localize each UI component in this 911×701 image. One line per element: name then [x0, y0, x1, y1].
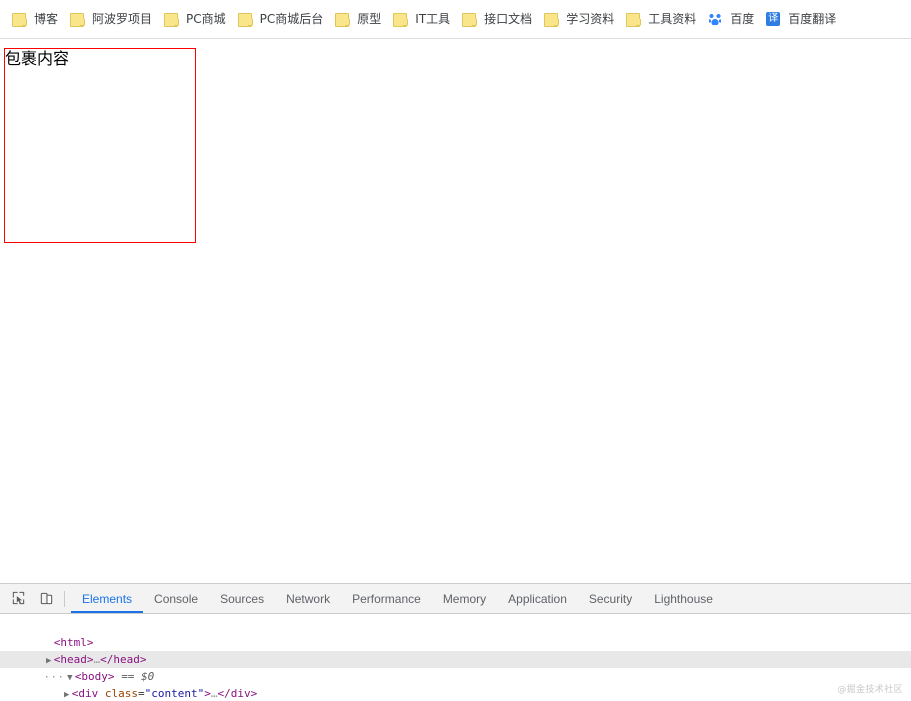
baidu-translate-icon: [765, 11, 781, 27]
dom-div-gt: >: [204, 687, 211, 700]
tab-memory[interactable]: Memory: [432, 584, 497, 613]
page-viewport: 包裹内容: [0, 39, 911, 583]
tab-elements[interactable]: Elements: [71, 584, 144, 613]
watermark: @掘金技术社区: [837, 685, 903, 695]
bookmark-label: 接口文档: [484, 12, 533, 26]
folder-icon: [625, 11, 642, 27]
dom-tree: <html> ▶ <head>…</head> ··· ▼ <body> == $0 …: [0, 614, 911, 701]
dom-tag-head-open: <head>: [53, 653, 94, 666]
inspect-element-icon[interactable]: [5, 587, 31, 611]
toolbar-divider: [64, 590, 65, 607]
bookmark-label: 百度翻译: [788, 12, 837, 26]
folder-icon: [543, 11, 560, 27]
dom-tag-div-open: <div: [71, 687, 99, 700]
baidu-paw-icon: [707, 11, 723, 27]
bookmark-label: IT工具: [415, 12, 451, 26]
bookmark-item-2[interactable]: PC商城: [159, 6, 233, 32]
devtools-toolbar: Elements Console Sources Network Perform…: [0, 584, 911, 614]
bookmark-item-1[interactable]: 阿波罗项目: [65, 6, 159, 32]
dom-attr-name-class: class: [104, 687, 138, 700]
folder-icon: [334, 11, 351, 27]
bookmark-label: 工具资料: [648, 12, 697, 26]
bookmark-item-6[interactable]: 接口文档: [457, 6, 539, 32]
dom-tag-div-close: </div>: [217, 687, 258, 700]
tab-console[interactable]: Console: [143, 584, 209, 613]
folder-icon: [69, 11, 86, 27]
tab-security[interactable]: Security: [578, 584, 643, 613]
tab-application[interactable]: Application: [497, 584, 578, 613]
bookmark-item-4[interactable]: 原型: [330, 6, 388, 32]
tab-lighthouse[interactable]: Lighthouse: [643, 584, 724, 613]
bookmark-bar: 博客 阿波罗项目 PC商城 PC商城后台 原型 IT工具 接口文档 学习资料 工…: [0, 0, 911, 39]
dom-space: [98, 687, 105, 700]
bookmark-label: PC商城后台: [259, 12, 324, 26]
bookmark-item-3[interactable]: PC商城后台: [233, 6, 331, 32]
folder-icon: [392, 11, 409, 27]
folder-icon: [11, 11, 27, 27]
selected-node-marker: == $0: [121, 670, 155, 683]
bookmark-item-0[interactable]: 博客: [7, 6, 65, 32]
bookmark-label: 阿波罗项目: [92, 12, 153, 26]
overflow-dots[interactable]: ···: [44, 672, 65, 683]
tab-performance[interactable]: Performance: [341, 584, 432, 613]
dom-attr-value-content: "content": [144, 687, 205, 700]
bookmark-label: PC商城: [186, 12, 226, 26]
bookmark-item-10[interactable]: 百度翻译: [761, 6, 843, 32]
tab-network[interactable]: Network: [275, 584, 341, 613]
folder-icon: [237, 11, 253, 27]
devtools-panel: Elements Console Sources Network Perform…: [0, 583, 911, 701]
bookmark-item-7[interactable]: 学习资料: [539, 6, 621, 32]
bookmark-label: 学习资料: [566, 12, 615, 26]
bookmark-item-5[interactable]: IT工具: [388, 6, 457, 32]
dom-attr-equals: =: [138, 687, 145, 700]
bookmark-item-9[interactable]: 百度: [703, 6, 761, 32]
folder-icon: [461, 11, 478, 27]
tab-sources[interactable]: Sources: [209, 584, 275, 613]
device-toolbar-icon[interactable]: [33, 587, 59, 611]
content-div: 包裹内容: [4, 48, 196, 243]
dom-tag-html: <html>: [53, 636, 94, 649]
dom-tag-head-close: </head>: [100, 653, 147, 666]
bookmark-label: 原型: [357, 12, 382, 26]
bookmark-label: 百度: [730, 12, 755, 26]
dom-row-head[interactable]: ▶ <head>…</head>: [0, 634, 911, 666]
bookmark-item-8[interactable]: 工具资料: [621, 6, 703, 32]
dom-row-html[interactable]: <html>: [0, 617, 911, 649]
bookmark-label: 博客: [34, 12, 59, 26]
dom-tag-body: <body>: [74, 670, 115, 683]
folder-icon: [163, 11, 180, 27]
twisty-collapsed-icon[interactable]: ▶: [62, 687, 72, 701]
content-text: 包裹内容: [5, 49, 70, 68]
